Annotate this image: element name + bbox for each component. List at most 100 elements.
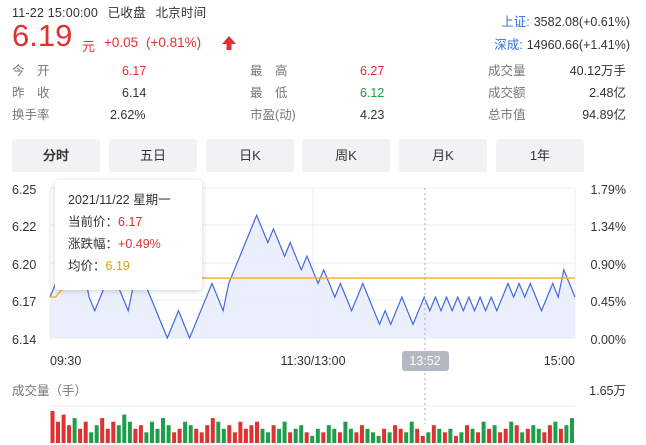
volume-bar — [492, 425, 497, 443]
volume-bar — [503, 428, 508, 443]
volume-bar — [321, 432, 326, 443]
open-value: 6.17 — [122, 64, 147, 78]
volume-bar — [205, 425, 210, 443]
volume-bar — [150, 421, 154, 443]
tooltip-average-label: 均价： — [68, 259, 106, 273]
volume-bar — [277, 428, 282, 443]
volume-bar — [232, 432, 237, 443]
price-unit: 元 — [82, 39, 96, 54]
y-tick-left: 6.22 — [12, 220, 36, 234]
volume-bar — [470, 428, 475, 443]
volume-bar — [315, 428, 320, 443]
tooltip-price: 当前价：6.17 — [68, 214, 142, 230]
volume-bar — [133, 428, 138, 443]
volume-bar — [243, 428, 248, 443]
volume-bar — [442, 432, 447, 443]
volume-bar — [100, 418, 105, 443]
tab-weekly-k[interactable]: 周K — [302, 139, 390, 172]
market-state: 已收盘 — [107, 6, 146, 20]
volume-value: 40.12万手 — [569, 64, 626, 78]
index-shanghai[interactable]: 上证: 3582.08(+0.61%) — [501, 11, 630, 30]
prev-close-label: 昨 收 — [12, 86, 50, 100]
y-tick-left: 6.17 — [12, 295, 36, 309]
volume-bar — [78, 428, 83, 443]
volume-max-label: 1.65万 — [589, 384, 626, 398]
y-tick-left: 6.25 — [12, 183, 36, 197]
volume-bar — [365, 428, 370, 443]
price-change: +0.05 (+0.81%) — [104, 35, 201, 50]
volume-bar — [310, 435, 315, 443]
low-label: 最 低 — [250, 86, 288, 100]
volume-bar — [343, 421, 348, 443]
volume-bar — [299, 425, 304, 443]
crosshair-time-label: 13:52 — [409, 354, 440, 368]
volume-bar — [194, 428, 199, 443]
volume-bar — [542, 432, 547, 443]
volume-bar — [481, 421, 486, 443]
index-shenzhen[interactable]: 深成: 14960.66(+1.41%) — [494, 34, 630, 53]
volume-bar — [498, 432, 503, 443]
volume-bar — [127, 421, 132, 443]
tooltip-date: 2021/11/22 星期一 — [68, 193, 171, 207]
volume-bar — [409, 421, 414, 443]
volume-bar — [161, 418, 165, 443]
volume-bar — [304, 432, 309, 443]
volume-bar — [122, 414, 127, 443]
pe-label: 市盈(动) — [250, 108, 296, 122]
volume-bar — [227, 425, 232, 443]
volume-bar — [536, 428, 541, 443]
market-cap-value: 94.89亿 — [582, 108, 626, 122]
volume-bar — [520, 432, 525, 443]
up-arrow-icon — [222, 36, 236, 50]
low-value: 6.12 — [360, 86, 385, 100]
volume-bar — [50, 411, 55, 443]
volume-bar — [138, 425, 143, 443]
tooltip-change-label: 涨跌幅： — [68, 237, 119, 251]
volume-bar — [448, 428, 453, 443]
change-value: +0.05 — [104, 35, 139, 50]
volume-bar — [437, 428, 442, 443]
volume-bar — [404, 432, 409, 443]
tab-one-year[interactable]: 1年 — [496, 139, 584, 172]
tab-five-day[interactable]: 五日 — [109, 139, 197, 172]
y-tick-right: 1.79% — [591, 183, 626, 197]
volume-bar — [56, 421, 60, 443]
y-tick-right: 0.45% — [591, 295, 626, 309]
volume-bar — [547, 425, 552, 443]
volume-bar — [238, 421, 243, 443]
volume-bar — [514, 425, 519, 443]
volume-bar — [116, 425, 121, 443]
volume-bar — [398, 428, 403, 443]
volume-bar — [553, 421, 558, 443]
volume-bar — [387, 432, 392, 443]
tooltip-average-value: 6.19 — [105, 259, 130, 273]
volume-bar — [72, 418, 77, 443]
volume-bar — [216, 421, 221, 443]
volume-bar — [249, 425, 254, 443]
volume-bar — [376, 435, 381, 443]
open-label: 今 开 — [12, 64, 50, 78]
volume-bar — [67, 425, 72, 443]
tab-monthly-k[interactable]: 月K — [399, 139, 487, 172]
y-tick-right: 0.90% — [591, 258, 626, 272]
tooltip-average: 均价：6.19 — [68, 258, 130, 274]
volume-bar — [558, 428, 563, 443]
volume-bar — [564, 425, 569, 443]
volume-bar — [155, 428, 160, 443]
volume-bar — [105, 428, 110, 443]
y-tick-left: 6.20 — [12, 258, 36, 272]
tab-daily-k[interactable]: 日K — [206, 139, 294, 172]
volume-bar — [210, 418, 215, 443]
tooltip-change: 涨跌幅：+0.49% — [68, 236, 161, 252]
amount-value: 2.48亿 — [589, 86, 626, 100]
volume-bar — [415, 428, 420, 443]
volume-bar — [282, 421, 287, 443]
tooltip-price-label: 当前价： — [68, 215, 119, 229]
amount-label: 成交额 — [488, 86, 526, 100]
tab-intraday[interactable]: 分时 — [12, 139, 100, 172]
volume-bar — [371, 432, 375, 443]
volume-bar — [332, 428, 337, 443]
volume-bar — [487, 428, 492, 443]
tooltip-change-value: +0.49% — [118, 237, 161, 251]
turnover-label: 换手率 — [12, 108, 50, 122]
